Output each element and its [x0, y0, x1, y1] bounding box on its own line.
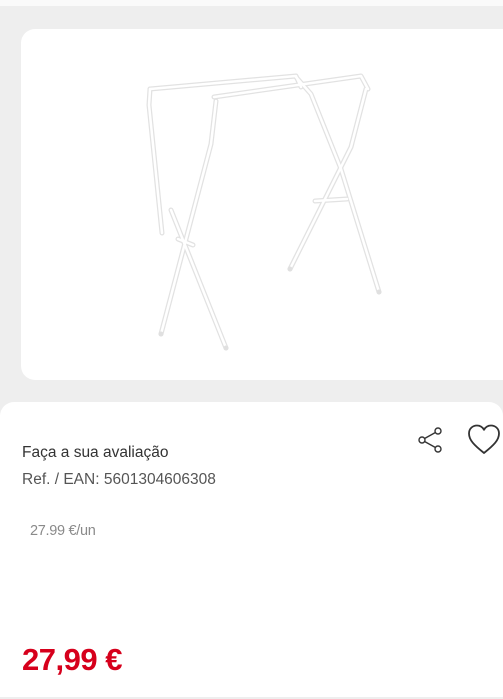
- unit-price: 27.99 €/un: [30, 523, 96, 539]
- product-price: 27,99 €: [22, 642, 122, 677]
- top-strip: [0, 0, 503, 8]
- favorite-button[interactable]: [466, 422, 502, 458]
- product-image: [146, 73, 382, 351]
- ref-label: Ref. / EAN:: [22, 471, 100, 488]
- rating-prompt-link[interactable]: Faça a sua avaliação: [22, 444, 168, 462]
- ref-value: 5601304606308: [103, 471, 216, 488]
- product-image-card[interactable]: [21, 29, 503, 380]
- heart-outline-icon: [468, 424, 500, 454]
- share-icon: [418, 427, 442, 453]
- ref-ean-row: Ref. / EAN: 5601304606308: [22, 471, 216, 489]
- share-button[interactable]: [417, 425, 445, 455]
- previous-card-edge: [0, 0, 503, 6]
- product-details-panel: Faça a sua avaliação Ref. / EAN: 5601304…: [0, 402, 503, 699]
